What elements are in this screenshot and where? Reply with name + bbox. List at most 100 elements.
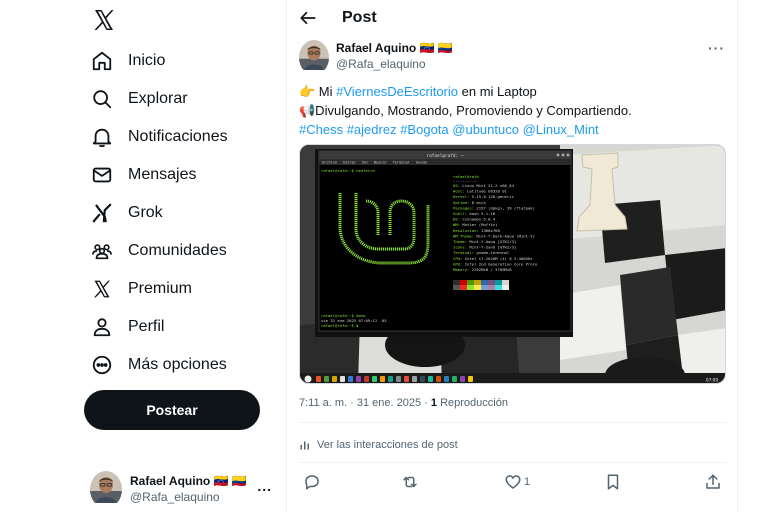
divider: [299, 462, 727, 463]
palette-swatch: [460, 285, 467, 290]
neofetch-info-line: Terminal: gnome-terminal: [453, 250, 509, 255]
reply-icon: [305, 475, 319, 490]
taskbar-app-icon: [412, 376, 417, 382]
avatar[interactable]: [299, 40, 329, 75]
tweet-line-2: 📢Divulgando, Mostrando, Promoviendo y Co…: [299, 103, 632, 118]
like-count: 1: [524, 476, 531, 488]
tweet-meta: 7:11 a. m. · 31 ene. 2025 · 1 Reproducci…: [299, 397, 508, 409]
nav-item-messages[interactable]: Mensajes: [90, 160, 196, 190]
palette-swatch: [488, 285, 495, 290]
nav-item-notifications[interactable]: Notificaciones: [90, 122, 228, 152]
like-button[interactable]: 1: [504, 472, 530, 492]
tweet-time[interactable]: 7:11 a. m.: [299, 397, 347, 409]
terminal-title: rafael@rafd: ~: [426, 153, 463, 159]
palette-swatch: [502, 285, 509, 290]
taskbar-clock: 07:09: [706, 378, 718, 383]
grok-icon: [90, 201, 114, 225]
hashtag-link[interactable]: #ViernesDeEscritorio: [336, 84, 458, 99]
taskbar-app-icon: [356, 376, 361, 382]
text-segment: en mi Laptop: [458, 84, 537, 99]
search-icon: [90, 87, 114, 111]
palette-swatch: [467, 285, 474, 290]
neofetch-info-line: GPU: Intel 2nd Generation Core Proce: [453, 261, 538, 266]
taskbar-app-icon: [364, 376, 369, 382]
terminal-menu-item: Ayuda: [416, 161, 427, 165]
nav-item-explore[interactable]: Explorar: [90, 84, 188, 114]
palette-swatch: [488, 280, 495, 285]
tweet-media-photo[interactable]: rafael@rafd: ~ Archivo Editar Ver Buscar Ter…: [299, 144, 726, 384]
nav-item-profile[interactable]: Perfil: [90, 312, 164, 342]
more-circle-icon: [90, 353, 114, 377]
tweet-date[interactable]: 31 ene. 2025: [357, 397, 421, 409]
taskbar-app-icon: [396, 376, 401, 382]
taskbar-app-icon: [332, 376, 337, 382]
neofetch-info-line: Shell: bash 5.1.16: [453, 211, 496, 216]
nav-item-home[interactable]: Inicio: [90, 46, 165, 76]
nav-label: Grok: [128, 204, 163, 221]
mention-link[interactable]: @ubuntuco: [452, 122, 519, 137]
minimize-icon: [556, 153, 560, 157]
maximize-icon: [561, 153, 565, 157]
terminal-prompt: rafael@rafd:~$ ▮: [321, 323, 358, 328]
taskbar-app-icon: [452, 376, 457, 382]
neofetch-info-line: OS: Linux Mint 21.2 x86_64: [453, 183, 515, 188]
x-logo-icon[interactable]: [92, 8, 116, 32]
share-icon: [706, 474, 720, 489]
more-icon[interactable]: ···: [708, 40, 725, 56]
reply-button[interactable]: [303, 472, 321, 492]
views-label: Reproducción: [440, 397, 508, 409]
account-switcher[interactable]: Rafael Aquino 🇻🇪 🇨🇴 @Rafa_elaquino ...: [90, 470, 280, 508]
account-handle: @Rafa_elaquino: [130, 490, 220, 504]
nav-item-premium[interactable]: Premium: [90, 274, 192, 304]
nav-item-grok[interactable]: Grok: [90, 198, 163, 228]
home-icon: [90, 49, 114, 73]
taskbar-app-icon: [468, 376, 473, 382]
avatar: [90, 470, 122, 508]
author-name[interactable]: Rafael Aquino 🇻🇪 🇨🇴: [336, 41, 453, 55]
taskbar-app-icon: [460, 376, 465, 382]
terminal-menu-item: Terminal: [393, 161, 410, 165]
post-header: Post: [287, 0, 737, 36]
palette-swatch: [481, 280, 488, 285]
palette-swatch: [453, 280, 460, 285]
taskbar-app-icon: [324, 376, 329, 382]
repost-button[interactable]: [401, 472, 419, 492]
analytics-icon: [300, 441, 309, 450]
author-handle[interactable]: @Rafa_elaquino: [336, 57, 426, 71]
terminal-menu-item: Archivo: [322, 161, 337, 165]
palette-swatch: [502, 280, 509, 285]
mint-menu-icon: [304, 375, 312, 383]
neofetch-info-line: Theme: Mint-Y-Aqua [GTK2/3]: [453, 239, 516, 244]
hashtag-link[interactable]: #Bogota: [400, 122, 448, 137]
neofetch-info-line: Packages: 2197 (dpkg), 39 (flatpak): [453, 205, 535, 210]
hashtag-link[interactable]: #ajedrez: [347, 122, 397, 137]
nav-item-communities[interactable]: Comunidades: [90, 236, 227, 266]
neofetch-info-line: Icons: Mint-Y-Sand [GTK2/3]: [453, 245, 516, 250]
nav-label: Premium: [128, 280, 193, 297]
share-button[interactable]: [704, 472, 722, 492]
palette-swatch: [467, 280, 474, 285]
divider: [299, 422, 727, 423]
terminal-prompt: rafael@rafd:~$ neofetch: [321, 168, 375, 173]
neofetch-info-line: WM: Mutter (Muffin): [453, 222, 498, 227]
neofetch-info-line: Resolution: 1366x768: [453, 228, 501, 233]
neofetch-info-line: DE: Cinnamon 5.8.4: [453, 217, 496, 222]
mention-link[interactable]: @Linux_Mint: [523, 122, 599, 137]
taskbar-app-icon: [404, 376, 409, 382]
taskbar-app-icon: [420, 376, 425, 382]
taskbar-app-icon: [372, 376, 377, 382]
repost-icon: [403, 476, 417, 488]
post-button[interactable]: Postear: [84, 390, 260, 430]
view-interactions-link[interactable]: Ver las interacciones de post: [299, 436, 458, 454]
neofetch-info-line: Memory: 2292MiB / 3789MiB: [453, 267, 512, 272]
more-icon[interactable]: ...: [257, 478, 272, 494]
nav-item-more[interactable]: Más opciones: [90, 350, 227, 380]
terminal-menu-item: Ver: [362, 161, 369, 165]
hashtag-link[interactable]: #Chess: [299, 122, 343, 137]
x-logo-icon: [90, 277, 114, 301]
person-icon: [90, 315, 114, 339]
back-arrow-icon[interactable]: [299, 9, 317, 27]
bookmark-button[interactable]: [604, 472, 622, 492]
interactions-label: Ver las interacciones de post: [317, 439, 458, 451]
neofetch-info-line: WM Theme: Mint-Y-Dark-Aqua (Mint-Y): [453, 233, 535, 238]
